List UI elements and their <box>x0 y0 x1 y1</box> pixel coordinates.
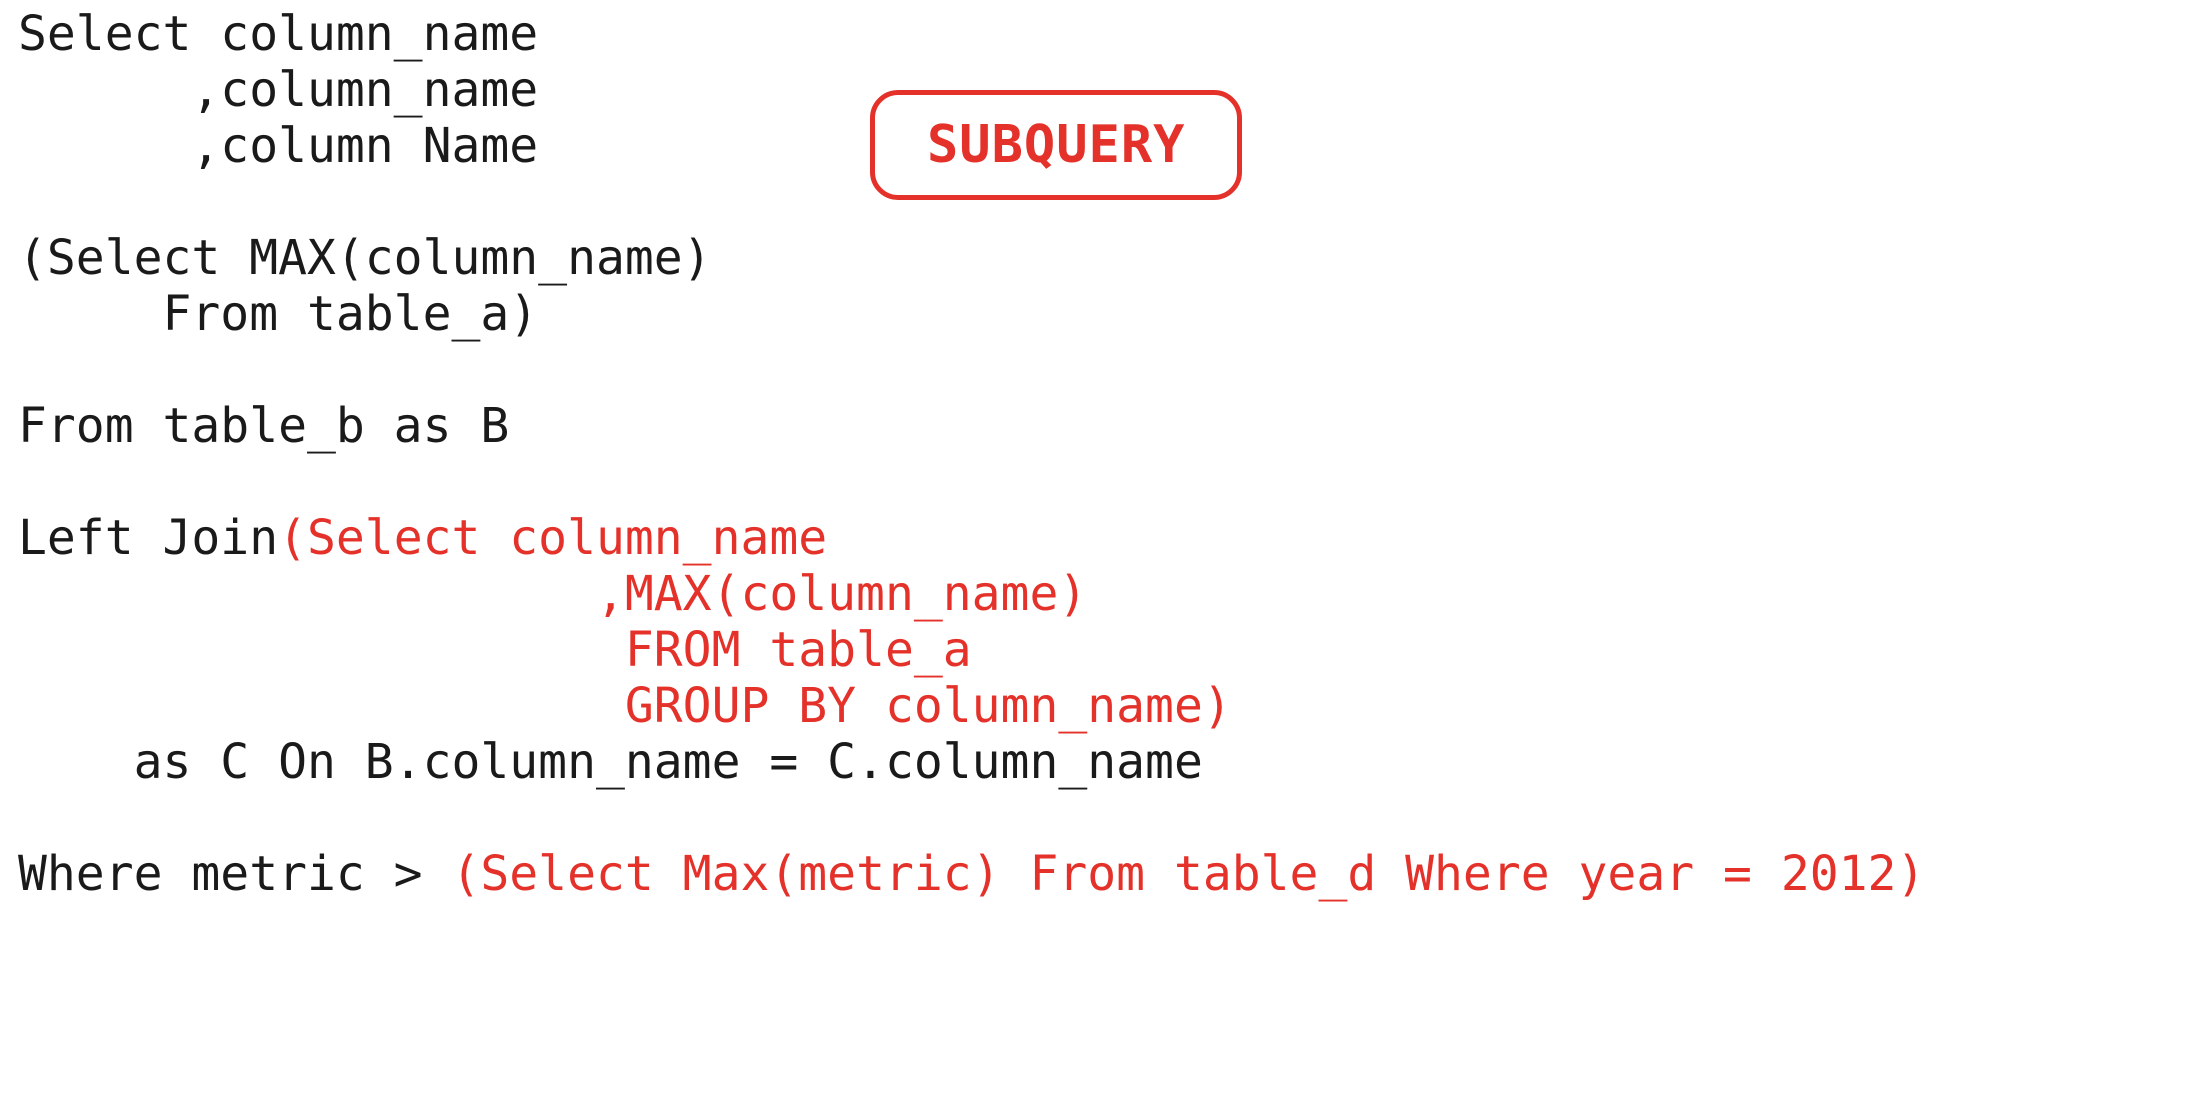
code-line-02: ,column_name <box>18 62 538 118</box>
sql-code-block: Select column_name ,column_name ,column … <box>18 6 1925 902</box>
code-line-16a: Where metric > <box>18 846 451 902</box>
code-line-08: From table_b as B <box>18 398 509 454</box>
code-line-13: GROUP BY column_name) <box>18 678 1232 734</box>
code-line-06: From table_a) <box>18 286 538 342</box>
code-line-05: (Select MAX(column_name) <box>18 230 712 286</box>
code-line-03: ,column Name <box>18 118 538 174</box>
code-line-10b: (Select column_name <box>278 510 827 566</box>
code-line-14: as C On B.column_name = C.column_name <box>18 734 1203 790</box>
code-line-10a: Left Join <box>18 510 278 566</box>
code-line-16b: (Select Max(metric) From table_d Where y… <box>451 846 1925 902</box>
code-line-11: ,MAX(column_name) <box>18 566 1087 622</box>
code-line-12: FROM table_a <box>18 622 972 678</box>
code-line-01: Select column_name <box>18 6 538 62</box>
